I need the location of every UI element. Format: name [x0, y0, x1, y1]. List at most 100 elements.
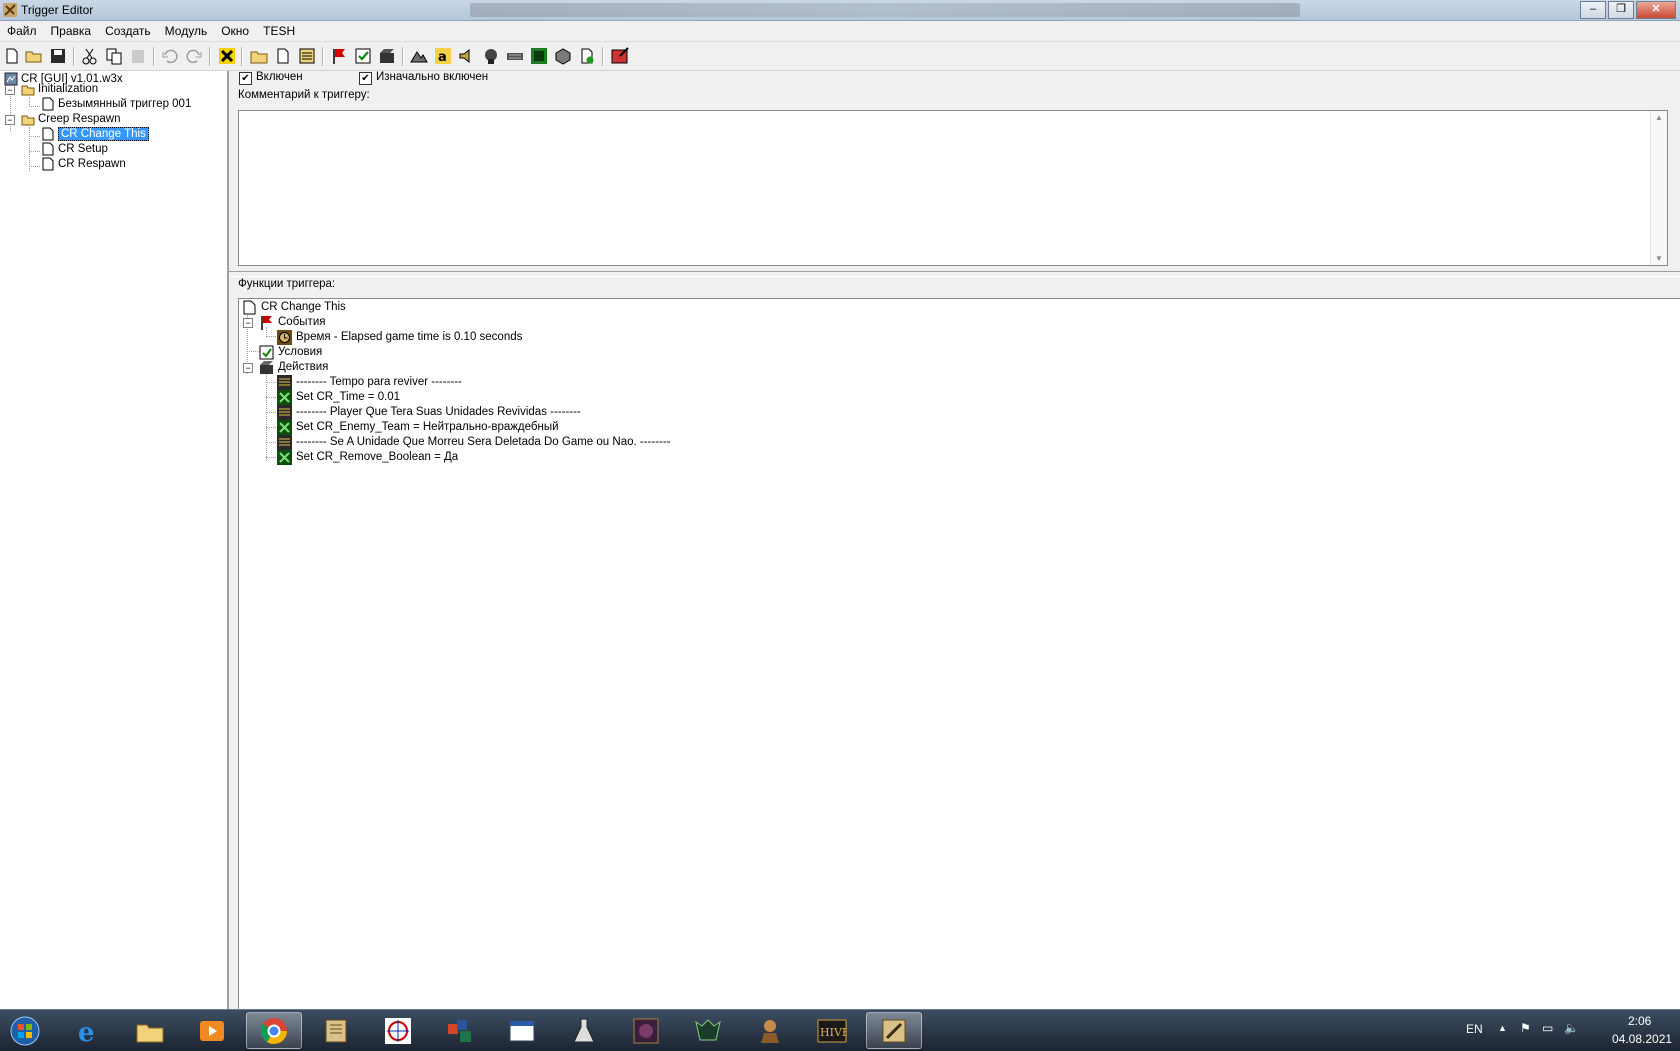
taskbar-trigger-editor[interactable]: [866, 1012, 922, 1049]
toolbar-separator: [209, 47, 211, 66]
taskbar-warcraft[interactable]: [618, 1012, 674, 1049]
action-item[interactable]: Set CR_Remove_Boolean = Да: [277, 449, 458, 465]
functions-tree[interactable]: CR Change This − События Время - Elapsed…: [238, 298, 1680, 1012]
action-item[interactable]: -------- Player Que Tera Suas Unidades R…: [277, 404, 581, 420]
undo-button[interactable]: [160, 46, 180, 66]
action-item[interactable]: Set CR_Time = 0.01: [277, 389, 400, 405]
trigger-properties-panel: ✔ Включен ✔ Изначально включен Комментар…: [229, 71, 1680, 1012]
tree-item-cr-setup[interactable]: CR Setup: [41, 141, 108, 157]
collapse-icon[interactable]: −: [5, 85, 15, 95]
tray-expand-icon[interactable]: ▲: [1498, 1023, 1507, 1033]
taskbar-explorer[interactable]: [122, 1012, 178, 1049]
maximize-button[interactable]: ❐: [1608, 1, 1634, 19]
minimize-button[interactable]: –: [1580, 1, 1606, 19]
set-variable-icon: [277, 449, 292, 465]
action-item[interactable]: -------- Tempo para reviver --------: [277, 374, 462, 390]
language-indicator[interactable]: EN: [1466, 1022, 1483, 1036]
close-button[interactable]: ✕: [1636, 1, 1676, 19]
collapse-icon[interactable]: −: [243, 363, 253, 373]
camera-editor-button[interactable]: [505, 46, 525, 66]
tree-item-cr-respawn[interactable]: CR Respawn: [41, 156, 126, 172]
function-root[interactable]: CR Change This: [242, 299, 346, 315]
taskbar-wow[interactable]: [680, 1012, 736, 1049]
function-root-label: CR Change This: [261, 301, 346, 313]
open-button[interactable]: [24, 46, 44, 66]
tree-item-cr-change-this[interactable]: CR Change This: [41, 126, 149, 142]
menu-window[interactable]: Окно: [214, 21, 256, 41]
start-button[interactable]: [0, 1012, 50, 1049]
save-button[interactable]: [48, 46, 68, 66]
action-center-icon[interactable]: ⚑: [1520, 1021, 1531, 1035]
new-comment-button[interactable]: [297, 46, 317, 66]
new-button[interactable]: [2, 46, 22, 66]
window-app-icon: [509, 1020, 535, 1041]
explorer-icon: [136, 1024, 164, 1042]
cut-button[interactable]: [80, 46, 100, 66]
taskbar-media-player[interactable]: [184, 1012, 240, 1049]
scroll-editor-icon: [325, 1019, 347, 1042]
conditions-node[interactable]: Условия: [259, 344, 322, 360]
test-map-button[interactable]: [610, 46, 630, 66]
x-button[interactable]: [217, 46, 237, 66]
initially-on-checkbox[interactable]: ✔: [359, 72, 372, 85]
action-item[interactable]: -------- Se A Unidade Que Morreu Sera De…: [277, 434, 671, 450]
toolbar-separator: [602, 47, 604, 66]
event-item[interactable]: Время - Elapsed game time is 0.10 second…: [277, 329, 522, 345]
new-category-button[interactable]: [249, 46, 269, 66]
action-label: Set CR_Time = 0.01: [296, 391, 401, 403]
actions-label: Действия: [278, 361, 329, 373]
taskbar-character[interactable]: [742, 1012, 798, 1049]
tree-category-creep-respawn[interactable]: Creep Respawn: [21, 111, 120, 127]
terrain-editor-button[interactable]: [409, 46, 429, 66]
taskbar-hive[interactable]: HIVE: [804, 1012, 860, 1049]
events-node[interactable]: События: [259, 314, 325, 330]
splitter[interactable]: [229, 271, 1680, 277]
menu-file[interactable]: Файл: [0, 21, 44, 41]
collapse-icon[interactable]: −: [5, 115, 15, 125]
trigger-tree[interactable]: CR [GUI] v1.01.w3x − Initialization Безы…: [0, 71, 229, 1009]
new-action-button[interactable]: [377, 46, 397, 66]
new-trigger-button[interactable]: [273, 46, 293, 66]
taskbar-office[interactable]: [432, 1012, 488, 1049]
menu-edit[interactable]: Правка: [44, 21, 99, 41]
taskbar-window-app[interactable]: [494, 1012, 550, 1049]
actions-node[interactable]: Действия: [259, 359, 328, 375]
scroll-down-icon[interactable]: ▼: [1655, 254, 1663, 263]
conditions-label: Условия: [278, 346, 323, 358]
sound-editor-button[interactable]: [457, 46, 477, 66]
import-manager-button[interactable]: [553, 46, 573, 66]
network-icon[interactable]: ▭: [1542, 1021, 1553, 1035]
menu-module[interactable]: Модуль: [158, 21, 215, 41]
action-item[interactable]: Set CR_Enemy_Team = Нейтрально-враждебны…: [277, 419, 559, 435]
tree-category-initialization[interactable]: Initialization: [21, 81, 98, 97]
menu-tesh[interactable]: TESH: [256, 21, 302, 41]
tree-connector: [266, 442, 276, 443]
tree-item-trigger-001[interactable]: Безымянный триггер 001: [41, 96, 191, 112]
scroll-up-icon[interactable]: ▲: [1655, 113, 1663, 122]
object-editor-button[interactable]: [481, 46, 501, 66]
taskbar-scroll-editor[interactable]: [308, 1012, 364, 1049]
comment-textarea[interactable]: ▲ ▼: [238, 110, 1668, 266]
taskbar-chrome[interactable]: [246, 1012, 302, 1049]
taskbar-flask[interactable]: [556, 1012, 612, 1049]
redo-button[interactable]: [184, 46, 204, 66]
enabled-checkbox[interactable]: ✔: [239, 72, 252, 85]
clock-time[interactable]: 2:06: [1628, 1014, 1651, 1028]
variable-editor-button[interactable]: [529, 46, 549, 66]
taskbar-internet-explorer[interactable]: e: [60, 1012, 116, 1049]
toolbar-separator: [153, 47, 155, 66]
menu-create[interactable]: Создать: [98, 21, 158, 41]
volume-icon[interactable]: 🔈: [1564, 1021, 1579, 1035]
toolbar-separator: [241, 47, 243, 66]
new-event-button[interactable]: [329, 46, 349, 66]
copy-button[interactable]: [104, 46, 124, 66]
paste-button[interactable]: [128, 46, 148, 66]
toolbar: a: [0, 43, 1680, 71]
clock-date[interactable]: 04.08.2021: [1612, 1032, 1672, 1046]
unit-editor-button[interactable]: a: [433, 46, 453, 66]
collapse-icon[interactable]: −: [243, 318, 253, 328]
comment-scrollbar[interactable]: ▲ ▼: [1650, 111, 1667, 265]
script-editor-button[interactable]: [577, 46, 597, 66]
taskbar-mox[interactable]: [370, 1012, 426, 1049]
new-condition-button[interactable]: [353, 46, 373, 66]
